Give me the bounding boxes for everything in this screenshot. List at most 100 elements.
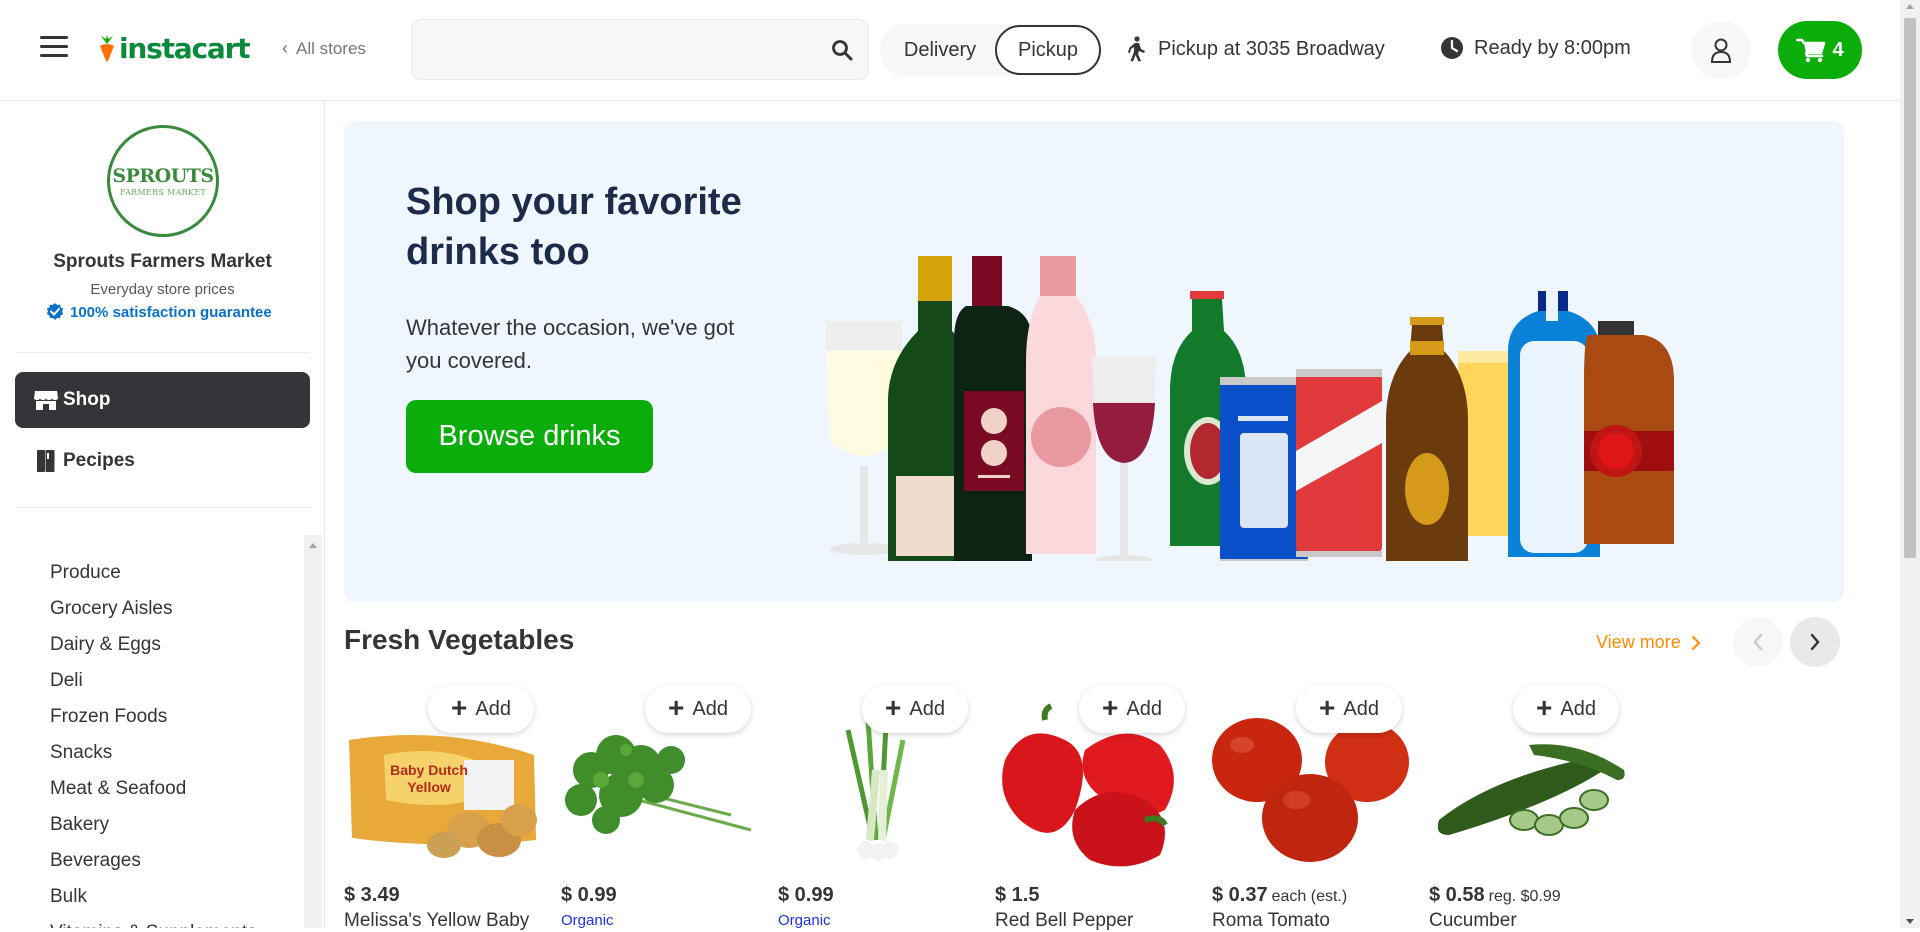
all-stores-link[interactable]: ‹ All stores [282,38,366,59]
whiskey-bottle-illustration [1584,321,1674,544]
price-value: $ 0.58 [1429,884,1485,906]
store-sidebar: SPROUTS FARMERS MARKET Sprouts Farmers M… [0,101,325,928]
product-price: $ 3.49 [344,884,400,907]
category-bulk[interactable]: Bulk [50,879,257,915]
view-more-label: View more [1596,632,1681,652]
nav-shop-label: Shop [63,389,111,410]
page-scrollbar[interactable] [1900,0,1920,928]
add-label: Add [909,697,945,720]
clock-icon [1441,37,1463,59]
product-name[interactable]: Cucumber [1429,910,1517,932]
add-label: Add [1126,697,1162,720]
plus-icon: + [1319,691,1336,723]
chevron-left-icon [1753,633,1763,651]
pickup-location-button[interactable]: Pickup at 3035 Broadway [1126,36,1385,62]
category-deli[interactable]: Deli [50,663,257,699]
verified-badge-icon [46,303,64,320]
nav-recipes-label: Pecipes [63,450,135,471]
product-name[interactable]: Red Bell Pepper [995,910,1133,932]
add-to-cart-button[interactable]: + Add [1513,685,1619,733]
category-dairy-eggs[interactable]: Dairy & Eggs [50,627,257,663]
product-price: $ 0.99 [778,884,834,907]
price-value: $ 0.37 [1212,884,1268,906]
ready-time-button[interactable]: Ready by 8:00pm [1440,36,1631,60]
category-snacks[interactable]: Snacks [50,735,257,771]
carousel-next-button[interactable] [1790,617,1840,667]
chevron-left-icon: ‹ [282,38,288,58]
browse-drinks-button[interactable]: Browse drinks [406,400,653,473]
divider [16,352,310,353]
satisfaction-guarantee-link[interactable]: 100% satisfaction guarantee [46,303,272,321]
category-bakery[interactable]: Bakery [50,807,257,843]
add-to-cart-button[interactable]: + Add [1296,685,1402,733]
svg-text:Baby Dutch: Baby Dutch [390,762,468,778]
red-can-illustration [1296,369,1382,557]
drinks-promo-banner: Shop your favorite drinks too Whatever t… [344,121,1844,602]
category-meat-seafood[interactable]: Meat & Seafood [50,771,257,807]
drinks-illustration [826,256,1674,561]
store-logo[interactable]: SPROUTS FARMERS MARKET [107,125,219,237]
product-card[interactable]: Baby Dutch Yellow + Add $ 3.49 Melissa's… [344,680,544,931]
pickup-location-label: Pickup at 3035 Broadway [1158,37,1385,60]
all-stores-label: All stores [296,38,366,58]
user-icon [1710,38,1732,63]
blue-can-illustration [1220,377,1308,561]
instacart-logo[interactable]: instacart [97,30,251,66]
store-name: Sprouts Farmers Market [53,251,272,272]
add-label: Add [475,697,511,720]
view-more-link[interactable]: View more [1596,632,1701,653]
pickup-tab[interactable]: Pickup [995,25,1101,75]
delivery-tab[interactable]: Delivery [886,24,994,76]
category-produce[interactable]: Produce [50,555,257,591]
chevron-right-icon [1691,635,1701,650]
account-button[interactable] [1691,21,1751,79]
product-name[interactable]: Melissa's Yellow Baby [344,910,529,932]
category-scrollbar[interactable] [304,535,322,928]
carrot-logo-icon [100,34,114,62]
regular-price-note: reg. $0.99 [1488,888,1561,905]
search-icon[interactable] [830,38,854,62]
category-vitamins[interactable]: Vitamins & Supplements [50,915,257,928]
search-input[interactable] [428,34,808,66]
category-grocery-aisles[interactable]: Grocery Aisles [50,591,257,627]
scroll-up-arrow-icon[interactable] [309,543,317,548]
product-card[interactable]: + Add $ 0.58 reg. $0.99 Cucumber [1429,680,1629,931]
category-beverages[interactable]: Beverages [50,843,257,879]
logo-text: instacart [119,31,251,65]
product-card[interactable]: + Add $ 0.99 Organic [778,680,978,929]
add-to-cart-button[interactable]: + Add [862,685,968,733]
product-name[interactable]: Roma Tomato [1212,910,1330,932]
scroll-down-arrow-icon[interactable] [1906,919,1914,924]
banner-title: Shop your favorite drinks too [406,181,742,273]
brown-beer-bottle-illustration [1386,317,1468,561]
section-title: Fresh Vegetables [344,624,575,655]
top-header: instacart ‹ All stores Delivery Pickup P… [0,0,1900,101]
plus-icon: + [1536,691,1553,723]
product-card[interactable]: + Add $ 0.99 Organic [561,680,761,929]
add-to-cart-button[interactable]: + Add [428,685,534,733]
store-logo-subtext: FARMERS MARKET [119,188,207,197]
red-label-wine-bottle-illustration [954,256,1032,561]
carousel-prev-button[interactable] [1733,617,1783,667]
organic-tag: Organic [778,912,831,929]
ready-time-label: Ready by 8:00pm [1474,36,1631,59]
product-card[interactable]: + Add $ 1.5 Red Bell Pepper [995,680,1195,931]
add-to-cart-button[interactable]: + Add [1079,685,1185,733]
cart-button[interactable]: 4 [1778,21,1862,79]
add-to-cart-button[interactable]: + Add [645,685,751,733]
guarantee-label: 100% satisfaction guarantee [70,303,272,321]
price-value: $ 0.99 [561,884,617,906]
search-bar [411,19,869,80]
recipe-book-icon [37,450,55,472]
cart-icon [1796,38,1826,63]
nav-shop[interactable]: Shop [15,372,310,428]
menu-icon[interactable] [40,36,68,62]
scroll-up-arrow-icon[interactable] [1906,4,1914,9]
cart-count: 4 [1832,38,1844,61]
nav-recipes[interactable]: Pecipes [15,433,310,489]
category-frozen-foods[interactable]: Frozen Foods [50,699,257,735]
price-value: $ 1.5 [995,884,1040,906]
category-list: Produce Grocery Aisles Dairy & Eggs Deli… [50,555,257,928]
scrollbar-thumb[interactable] [1904,18,1916,558]
product-card[interactable]: + Add $ 0.37 each (est.) Roma Tomato [1212,680,1412,931]
